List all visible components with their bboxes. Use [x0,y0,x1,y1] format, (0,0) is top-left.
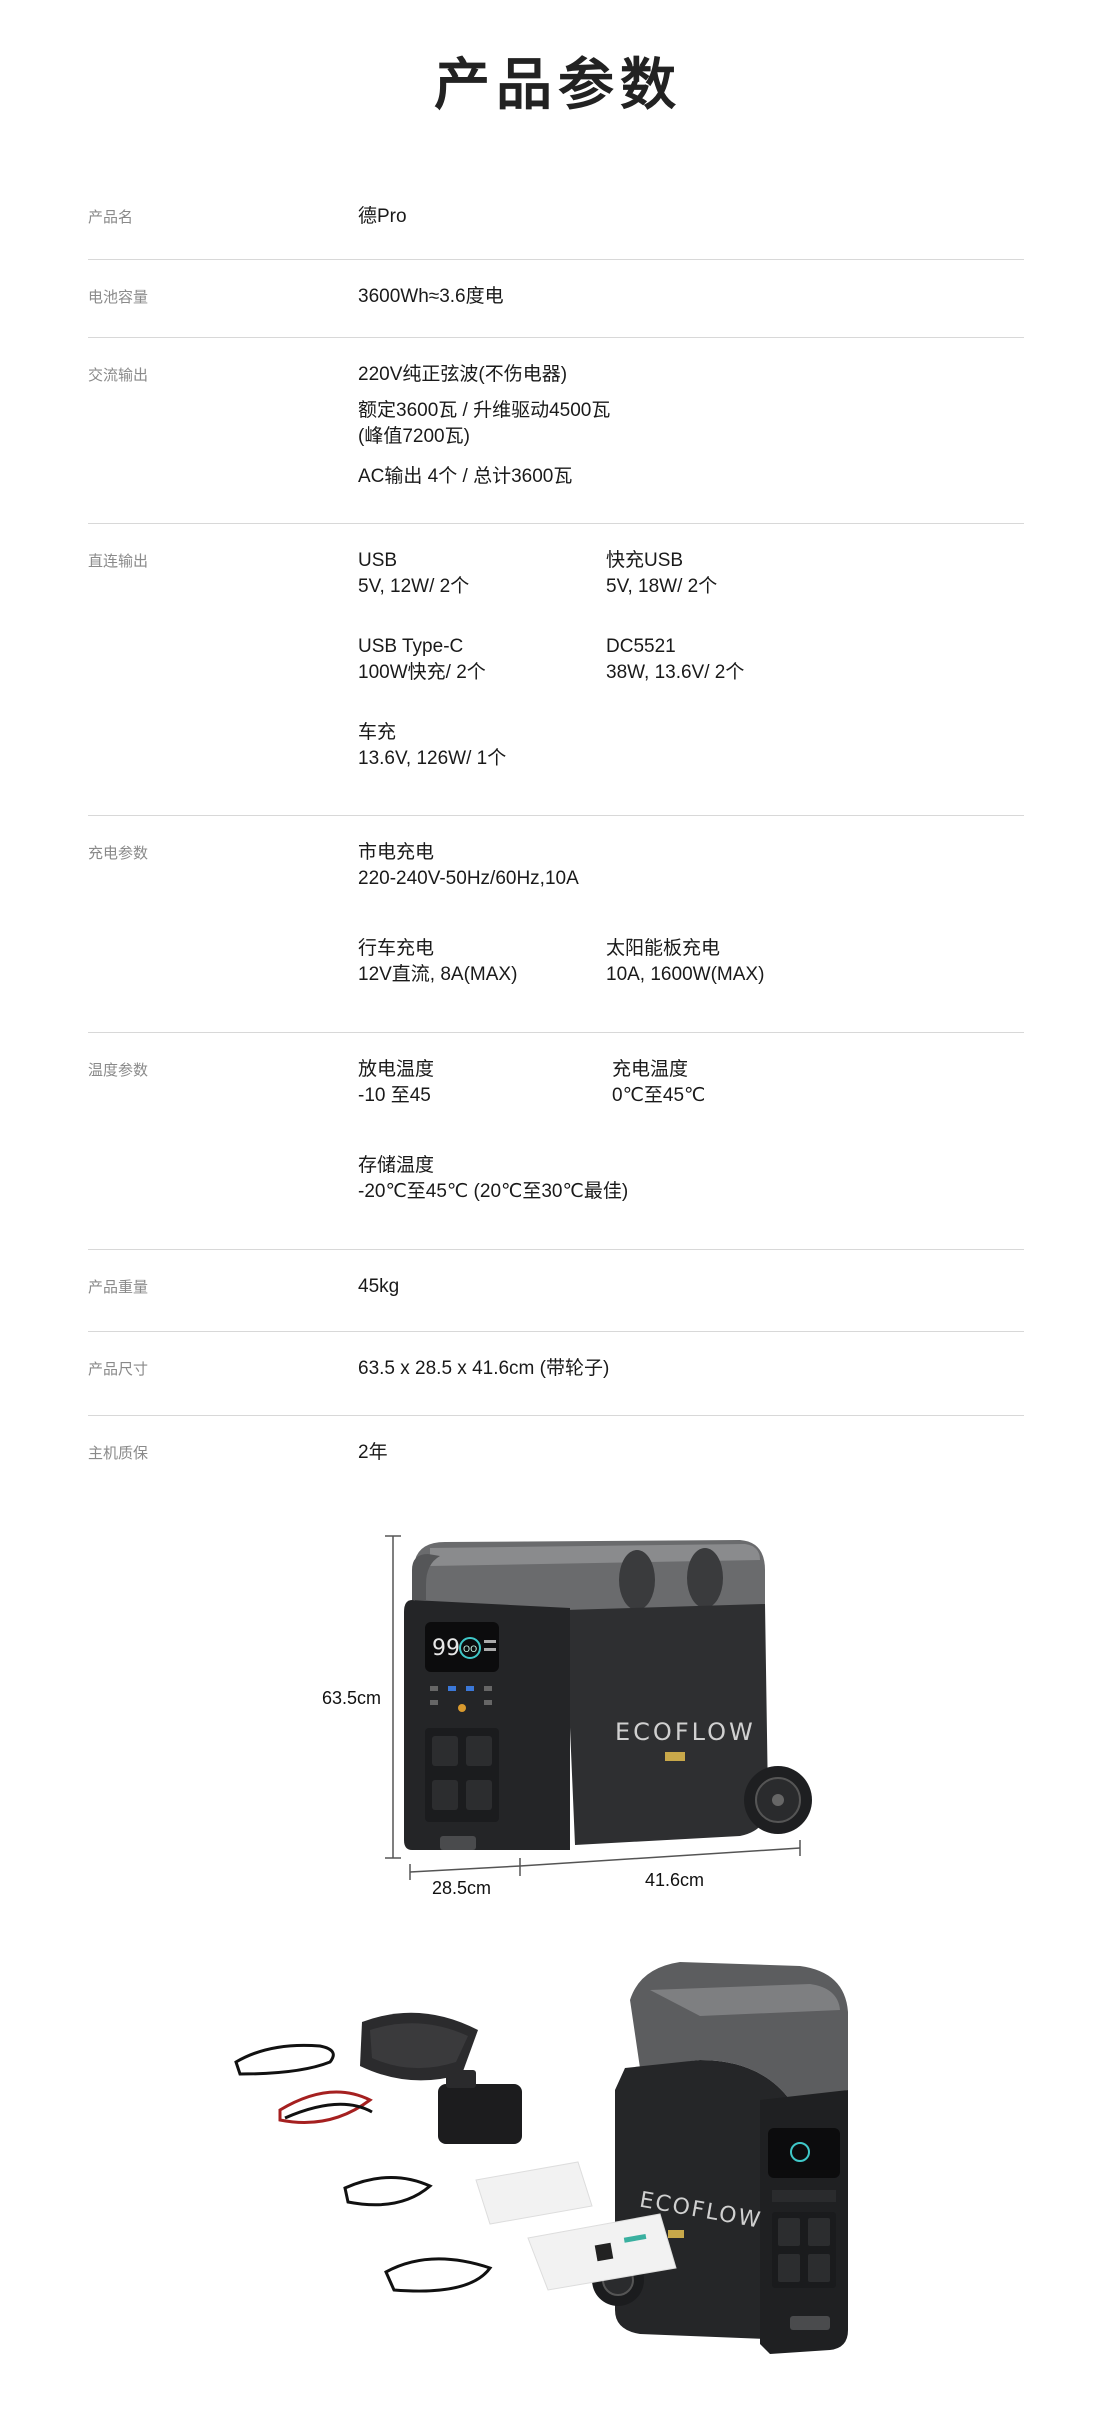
spec-cell-name: USB Type-C [358,636,464,657]
spec-cell-value: 12V直流, 8A(MAX) [358,964,518,985]
spec-cell-value: 220-240V-50Hz/60Hz,10A [358,868,579,889]
spec-cell: 放电温度 -10 至45 [358,1057,612,1109]
spec-cell: USB Type-C 100W快充/ 2个 [358,634,606,686]
spec-cell: 存储温度 -20℃至45℃ (20℃至30℃最佳) [358,1153,862,1205]
spec-cell-value: 5V, 12W/ 2个 [358,576,470,597]
spec-cell: 太阳能板充电 10A, 1600W(MAX) [606,936,856,988]
spec-cell: 市电充电 220-240V-50Hz/60Hz,10A [358,840,856,892]
spec-cell: 行车充电 12V直流, 8A(MAX) [358,936,606,988]
spec-label: 电池容量 [88,289,149,306]
pro-badge [665,1752,685,1761]
spec-label: 交流输出 [88,367,149,384]
spec-cell-value: 13.6V, 126W/ 1个 [358,748,507,769]
spec-value: (峰值7200瓦) [358,426,470,447]
spec-cell-name: 放电温度 [358,1059,435,1080]
display-percent: 99 [432,1636,460,1661]
spec-cell-name: 市电充电 [358,842,435,863]
spec-row-charging: 充电参数 市电充电 220-240V-50Hz/60Hz,10A 行车充电 12… [88,816,1024,1033]
spec-cell: USB 5V, 12W/ 2个 [358,548,606,600]
spec-value: 2年 [358,1442,388,1463]
package-contents-illustration: ECOFLOW [234,1962,848,2354]
spec-label: 直连输出 [88,553,149,570]
spec-value: AC输出 4个 / 总计3600瓦 [358,466,573,487]
spec-cell-name: 快充USB [606,550,684,571]
product-front-illustration: 99 OO ECOFLOW [385,1535,812,1880]
spec-row-warranty: 主机质保 2年 [88,1416,1024,1496]
spec-cell-name: USB [358,550,398,571]
spec-value: 额定3600瓦 / 升维驱动4500瓦 [358,400,611,421]
spec-cell-value: 10A, 1600W(MAX) [606,964,765,985]
width-dimension-label: 28.5cm [432,1878,492,1898]
spec-row-battery: 电池容量 3600Wh≈3.6度电 [88,260,1024,338]
spec-cell-value: -10 至45 [358,1085,431,1106]
spec-table: 产品名 德Pro 电池容量 3600Wh≈3.6度电 交流输出 220V纯正弦波… [88,180,1024,1496]
spec-row-product-name: 产品名 德Pro [88,180,1024,260]
spec-row-weight: 产品重量 45kg [88,1250,1024,1332]
spec-cell: 充电温度 0℃至45℃ [612,1057,862,1109]
spec-label: 产品重量 [88,1279,149,1296]
brand-logo: ECOFLOW [615,1718,756,1746]
side-pro-badge [668,2230,684,2238]
package-contents-figure: ECOFLOW [0,1950,1116,2409]
spec-label: 产品名 [88,209,134,226]
spec-value: 45kg [358,1276,400,1297]
depth-dimension-label: 41.6cm [645,1870,705,1890]
spec-cell-name: 行车充电 [358,938,435,959]
spec-cell: DC5521 38W, 13.6V/ 2个 [606,634,856,686]
dimension-figure: 99 OO ECOFLOW 63.5cm 28.5cm 41.6cm [0,1500,1116,1940]
spec-cell-name: DC5521 [606,636,676,657]
spec-row-size: 产品尺寸 63.5 x 28.5 x 41.6cm (带轮子) [88,1332,1024,1416]
page-title: 产品参数 [434,53,682,116]
spec-row-ac-output: 交流输出 220V纯正弦波(不伤电器) 额定3600瓦 / 升维驱动4500瓦 … [88,338,1024,524]
spec-cell-value: 38W, 13.6V/ 2个 [606,662,745,683]
spec-value: 63.5 x 28.5 x 41.6cm (带轮子) [358,1358,610,1379]
spec-cell-name: 车充 [358,722,397,743]
spec-cell: 快充USB 5V, 18W/ 2个 [606,548,856,600]
spec-cell-value: -20℃至45℃ (20℃至30℃最佳) [358,1181,629,1202]
spec-row-temperature: 温度参数 放电温度 -10 至45 充电温度 0℃至45℃ 存储温度 -20℃至… [88,1033,1024,1250]
spec-cell-value: 100W快充/ 2个 [358,662,486,683]
spec-value: 德Pro [358,206,407,227]
spec-label: 产品尺寸 [88,1361,149,1378]
spec-cell-name: 充电温度 [612,1059,689,1080]
spec-label: 充电参数 [88,845,149,862]
spec-label: 温度参数 [88,1062,149,1079]
spec-cell-name: 存储温度 [358,1155,435,1176]
display-ring: OO [463,1645,477,1655]
spec-value: 3600Wh≈3.6度电 [358,286,504,307]
spec-cell-value: 0℃至45℃ [612,1085,706,1106]
height-dimension-label: 63.5cm [322,1688,382,1708]
spec-cell: 车充 13.6V, 126W/ 1个 [358,720,856,772]
spec-row-dc-output: 直连输出 USB 5V, 12W/ 2个 快充USB 5V, 18W/ 2个 U… [88,524,1024,816]
spec-cell-value: 5V, 18W/ 2个 [606,576,718,597]
spec-label: 主机质保 [88,1445,149,1462]
spec-cell-name: 太阳能板充电 [606,938,721,959]
spec-value: 220V纯正弦波(不伤电器) [358,364,568,385]
